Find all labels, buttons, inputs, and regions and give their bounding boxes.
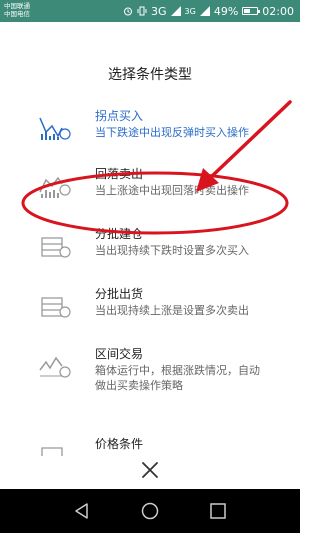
recents-icon[interactable] [208, 501, 228, 521]
navigation-bar [0, 489, 300, 533]
annotation-ellipse [21, 171, 289, 235]
back-icon[interactable] [72, 501, 92, 521]
home-icon[interactable] [140, 501, 160, 521]
annotation-arrow [208, 100, 292, 180]
annotation-overlay [21, 100, 292, 235]
close-icon[interactable] [138, 458, 162, 482]
